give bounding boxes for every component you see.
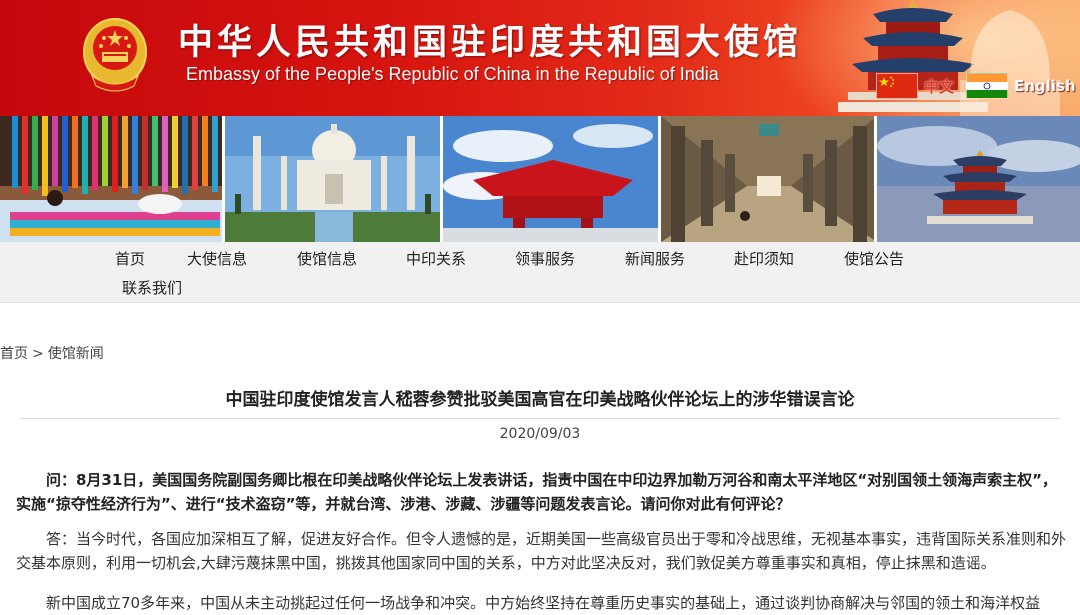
article-paragraph-question: 问：8月31日，美国国务院副国务卿比根在印美战略伙伴论坛上发表讲话，指责中国在中… [16, 471, 1058, 513]
article-title: 中国驻印度使馆发言人嵇蓉参赞批驳美国高官在印美战略伙伴论坛上的涉华错误言论 [225, 390, 855, 410]
nav-item-news-services[interactable]: 新闻服务 [625, 248, 685, 269]
banner-photo-bangles [0, 116, 225, 242]
india-flag-icon [966, 73, 1008, 99]
article-paragraph-3: 新中国成立70多年来，中国从未主动挑起过任何一场战争和冲突。中方始终坚持在尊重历… [46, 594, 1041, 612]
banner-photo-temple-corridor [660, 116, 878, 242]
embassy-title-chinese: 中华人民共和国驻印度共和国大使馆 [178, 22, 803, 63]
article-paragraph-answer: 答：当今时代，各国应加深相互了解，促进友好合作。但令人遗憾的是，近期美国一些高级… [16, 530, 1067, 572]
national-emblem-icon[interactable] [82, 16, 148, 92]
nav-item-contact-us[interactable]: 联系我们 [122, 277, 182, 298]
lang-english-label[interactable]: English [1014, 77, 1076, 95]
breadcrumb-home[interactable]: 首页 [0, 346, 28, 362]
nav-item-travel-notice[interactable]: 赴印须知 [734, 248, 794, 269]
embassy-title-english: Embassy of the People's Republic of Chin… [186, 64, 719, 84]
lang-english[interactable]: English [966, 73, 1076, 99]
lang-chinese-label[interactable]: 中文 [924, 76, 954, 97]
title-divider [20, 418, 1060, 419]
breadcrumb: 首页 > 使馆新闻 [0, 343, 104, 363]
photo-banner [0, 116, 1080, 242]
article-date: 2020/09/03 [499, 426, 581, 442]
nav-item-embassy-info[interactable]: 使馆信息 [297, 248, 357, 269]
breadcrumb-separator: > [32, 346, 44, 362]
lang-chinese[interactable]: 中文 [876, 73, 954, 99]
nav-item-ambassador-info[interactable]: 大使信息 [187, 248, 247, 269]
nav-item-china-india-relations[interactable]: 中印关系 [406, 248, 466, 269]
main-nav: 首页 大使信息 使馆信息 中印关系 领事服务 新闻服务 赴印须知 使馆公告 联系… [0, 242, 1080, 303]
banner-photo-taj-mahal [224, 116, 444, 242]
nav-item-consular-services[interactable]: 领事服务 [515, 248, 575, 269]
breadcrumb-section[interactable]: 使馆新闻 [48, 346, 104, 362]
banner-photo-temple-of-heaven [877, 116, 1080, 242]
nav-item-home[interactable]: 首页 [115, 248, 145, 269]
banner-photo-china-pavilion [443, 116, 661, 242]
nav-item-embassy-announcements[interactable]: 使馆公告 [844, 248, 904, 269]
site-header: 中华人民共和国驻印度共和国大使馆 Embassy of the People's… [0, 0, 1080, 116]
china-flag-icon [876, 73, 918, 99]
